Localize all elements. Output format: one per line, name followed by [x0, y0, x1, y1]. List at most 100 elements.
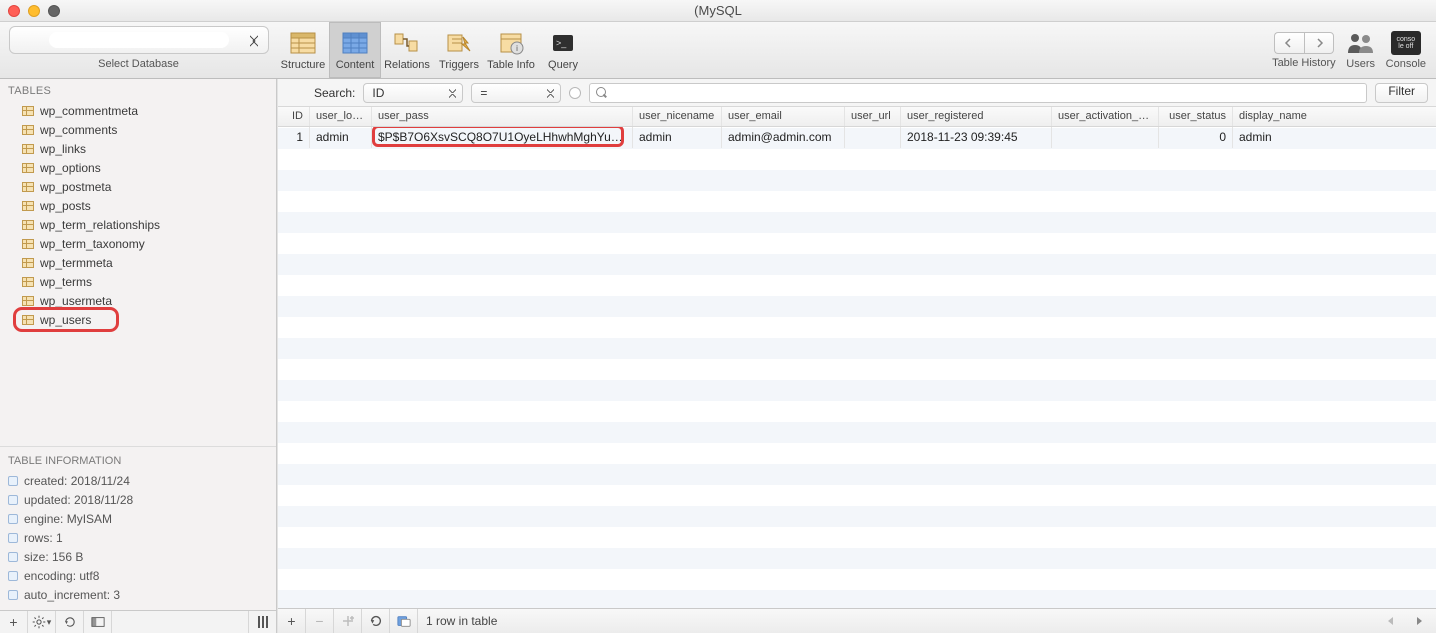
cell-user-activation-key[interactable]	[1052, 127, 1159, 148]
sidebar-table-wp-term-taxonomy[interactable]: wp_term_taxonomy	[0, 234, 276, 253]
cell-user-pass[interactable]: $P$B7O6XsvSCQ8O7U1OyeLHhwhMghYu2w.	[372, 127, 633, 148]
cell-user-email[interactable]: admin@admin.com	[722, 127, 845, 148]
toolbar-tableinfo-button[interactable]: i Table Info	[485, 22, 537, 78]
table-row[interactable]: 1 admin $P$B7O6XsvSCQ8O7U1OyeLHhwhMghYu2…	[278, 127, 1436, 148]
toolbar-console-button[interactable]: console off Console	[1386, 31, 1426, 70]
content-icon	[339, 30, 371, 56]
grid-header-row: ID user_login user_pass user_nicename us…	[278, 107, 1436, 127]
table-icon	[22, 201, 34, 211]
col-header-user-pass[interactable]: user_pass	[372, 107, 633, 126]
col-header-user-activation-key[interactable]: user_activation_key	[1052, 107, 1159, 126]
panel-toggle-icon	[91, 616, 105, 628]
info-rows: rows: 1	[8, 528, 268, 547]
sidebar-columns-button[interactable]	[248, 611, 276, 633]
search-field-select-value: ID	[372, 86, 384, 100]
footer-duplicate-row-button[interactable]	[334, 609, 362, 633]
col-header-user-url[interactable]: user_url	[845, 107, 901, 126]
sidebar: TABLES wp_commentmetawp_commentswp_links…	[0, 79, 277, 633]
toolbar-content-button[interactable]: Content	[329, 22, 381, 78]
info-size-text: size: 156 B	[24, 550, 83, 564]
toolbar-structure-label: Structure	[281, 59, 326, 71]
cell-display-name[interactable]: admin	[1233, 127, 1436, 148]
col-header-id[interactable]: ID	[278, 107, 310, 126]
toolbar-triggers-button[interactable]: Triggers	[433, 22, 485, 78]
window-title: (MySQL	[694, 3, 742, 18]
console-icon: console off	[1391, 31, 1421, 55]
minimize-window-button[interactable]	[28, 5, 40, 17]
search-input[interactable]	[589, 83, 1367, 103]
sidebar-table-wp-postmeta[interactable]: wp_postmeta	[0, 177, 276, 196]
cell-id[interactable]: 1	[278, 127, 310, 148]
info-size: size: 156 B	[8, 547, 268, 566]
toolbar-structure-button[interactable]: Structure	[277, 22, 329, 78]
sidebar-table-list: wp_commentmeta wp_commentswp_linkswp_opti…	[0, 101, 276, 446]
sidebar-table-label: wp_commentmeta	[40, 104, 138, 118]
info-dot-icon	[8, 476, 18, 486]
sidebar-refresh-button[interactable]	[56, 611, 84, 633]
col-header-user-status[interactable]: user_status	[1159, 107, 1233, 126]
col-header-user-email[interactable]: user_email	[722, 107, 845, 126]
sidebar-table-wp-usermeta[interactable]: wp_usermeta	[0, 291, 276, 310]
toolbar-relations-label: Relations	[384, 59, 430, 71]
cell-user-login[interactable]: admin	[310, 127, 372, 148]
sidebar-table-wp-comments[interactable]: wp_comments	[0, 120, 276, 139]
toolbar-query-button[interactable]: >_ Query	[537, 22, 589, 78]
table-icon	[22, 144, 34, 154]
footer-refresh-button[interactable]	[362, 609, 390, 633]
relations-icon	[391, 30, 423, 56]
history-back-button[interactable]	[1274, 32, 1304, 54]
info-dot-icon	[8, 495, 18, 505]
cell-user-registered[interactable]: 2018-11-23 09:39:45	[901, 127, 1052, 148]
info-created-text: created: 2018/11/24	[24, 474, 130, 488]
sidebar-table-wp-term-relationships[interactable]: wp_term_relationships	[0, 215, 276, 234]
info-encoding-text: encoding: utf8	[24, 569, 99, 583]
sidebar-table-label: wp_terms	[40, 275, 92, 289]
add-table-button[interactable]: +	[0, 611, 28, 633]
content-footer: + − 1 row in table	[278, 608, 1436, 633]
zoom-window-button[interactable]	[48, 5, 60, 17]
page-prev-button[interactable]	[1380, 613, 1402, 629]
sidebar-table-wp-options[interactable]: wp_options	[0, 158, 276, 177]
close-window-button[interactable]	[8, 5, 20, 17]
content-area: Search: ID = Filter ID user_login user_p…	[277, 79, 1436, 633]
history-forward-button[interactable]	[1304, 32, 1334, 54]
page-next-button[interactable]	[1408, 613, 1430, 629]
sidebar-table-wp-termmeta[interactable]: wp_termmeta	[0, 253, 276, 272]
sidebar-table-wp-links[interactable]: wp_links	[0, 139, 276, 158]
select-database-label: Select Database	[98, 58, 179, 70]
info-autoincrement-text: auto_increment: 3	[24, 588, 120, 602]
footer-sql-preview-button[interactable]	[390, 609, 418, 633]
table-history-label: Table History	[1272, 57, 1336, 69]
table-icon	[22, 163, 34, 173]
sidebar-table-wp-commentmeta[interactable]: wp_commentmeta	[0, 101, 276, 120]
col-header-user-login[interactable]: user_login	[310, 107, 372, 126]
toolbar-users-button[interactable]: Users	[1346, 31, 1376, 70]
toolbar-triggers-label: Triggers	[439, 59, 479, 71]
data-grid[interactable]: ID user_login user_pass user_nicename us…	[278, 107, 1436, 608]
cell-user-url[interactable]	[845, 127, 901, 148]
sidebar-gear-button[interactable]: ▾	[28, 611, 56, 633]
cell-user-status[interactable]: 0	[1159, 127, 1233, 148]
info-created: created: 2018/11/24	[8, 471, 268, 490]
toolbar-relations-button[interactable]: Relations	[381, 22, 433, 78]
col-header-user-registered[interactable]: user_registered	[901, 107, 1052, 126]
footer-add-row-button[interactable]: +	[278, 609, 306, 633]
info-updated-text: updated: 2018/11/28	[24, 493, 133, 507]
search-operator-select[interactable]: =	[471, 83, 561, 103]
select-database-dropdown[interactable]	[9, 26, 269, 54]
filter-button[interactable]: Filter	[1375, 83, 1428, 103]
search-field-select[interactable]: ID	[363, 83, 463, 103]
sidebar-table-wp-users[interactable]: wp_users	[16, 310, 116, 329]
search-radio[interactable]	[569, 87, 581, 99]
sidebar-table-wp-posts[interactable]: wp_posts	[0, 196, 276, 215]
col-header-user-nicename[interactable]: user_nicename	[633, 107, 722, 126]
sidebar-collapse-button[interactable]	[84, 611, 112, 633]
search-icon	[596, 87, 608, 99]
toolbar-tableinfo-label: Table Info	[487, 59, 535, 71]
footer-remove-row-button[interactable]: −	[306, 609, 334, 633]
cell-user-nicename[interactable]: admin	[633, 127, 722, 148]
sidebar-table-wp-terms[interactable]: wp_terms	[0, 272, 276, 291]
col-header-display-name[interactable]: display_name	[1233, 107, 1436, 126]
table-icon	[22, 125, 34, 135]
table-history-nav	[1274, 32, 1334, 54]
